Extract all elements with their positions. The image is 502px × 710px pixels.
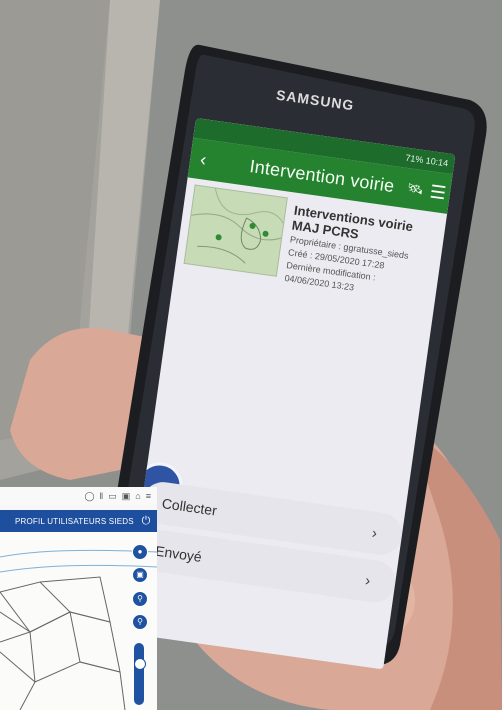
zoom-slider-handle[interactable] xyxy=(134,658,146,670)
globe-icon[interactable]: ● xyxy=(132,544,148,560)
power-icon[interactable]: ⏻ xyxy=(135,515,157,528)
shield-icon[interactable]: ◯ xyxy=(84,491,94,502)
home-icon[interactable]: ⌂ xyxy=(135,491,140,501)
zoom-search-icon[interactable]: ⚲ xyxy=(132,614,148,630)
status-text: 71% 10:14 xyxy=(404,152,449,169)
hamburger-icon: ☰ xyxy=(428,180,448,203)
chevron-left-icon: ‹ xyxy=(199,148,208,170)
reader-icon[interactable]: ▭ xyxy=(108,491,117,502)
survey-thumbnail xyxy=(183,184,288,277)
back-button[interactable]: ‹ xyxy=(189,147,218,171)
satellite-icon: 🛰 xyxy=(406,180,425,198)
inset-header: PROFIL UTILISATEURS SIEDS ⏻ xyxy=(0,510,157,532)
extension-icon[interactable]: ▣ xyxy=(122,491,131,502)
chevron-right-icon: › xyxy=(370,524,379,542)
library-icon[interactable]: ‖ xyxy=(100,491,104,501)
camera-icon[interactable]: ▣ xyxy=(132,567,148,583)
map-thumbnail-icon xyxy=(184,185,287,276)
zoom-slider[interactable] xyxy=(134,643,144,705)
menu-button[interactable]: ☰ xyxy=(425,180,452,204)
chevron-right-icon: › xyxy=(364,571,372,590)
browser-toolbar: ◯ ‖ ▭ ▣ ⌂ ≡ xyxy=(0,487,157,505)
actions-list: Collecter › Envoyé › xyxy=(132,479,405,606)
survey-info: Interventions voirie MAJ PCRS Propriétai… xyxy=(284,203,438,304)
menu-icon[interactable]: ≡ xyxy=(146,491,151,501)
satellite-button[interactable]: 🛰 xyxy=(403,180,427,199)
search-icon[interactable]: ⚲ xyxy=(132,591,148,607)
profile-label[interactable]: PROFIL UTILISATEURS SIEDS xyxy=(15,517,134,526)
